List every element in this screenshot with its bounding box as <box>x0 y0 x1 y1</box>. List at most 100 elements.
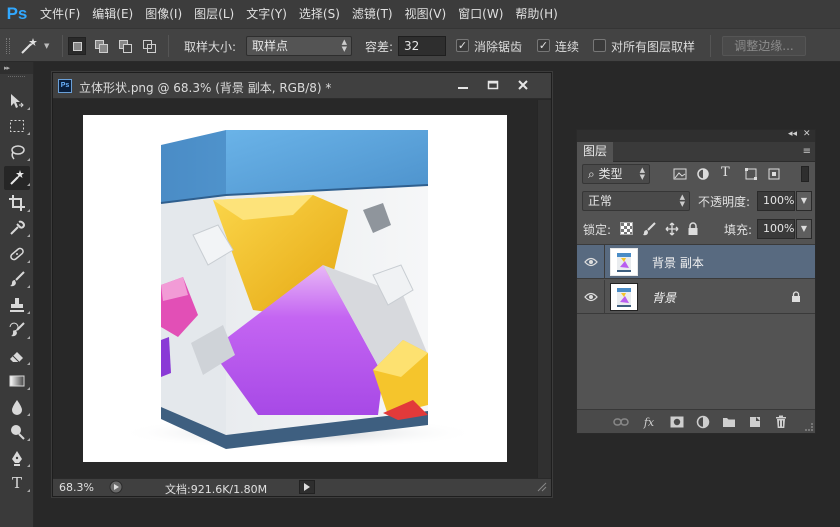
image-canvas[interactable] <box>83 115 507 462</box>
collapse-panel-icon[interactable]: ◂◂ <box>788 129 797 139</box>
photoshop-window: Ps 文件(F) 编辑(E) 图像(I) 图层(L) 文字(Y) 选择(S) 滤… <box>0 0 840 527</box>
fill-dropdown[interactable]: ▼ <box>796 219 812 239</box>
minimize-icon <box>458 87 468 89</box>
layer-visibility-toggle[interactable] <box>577 280 605 314</box>
filter-smart-object-icon[interactable] <box>766 167 782 181</box>
document-title: 立体形状.png @ 68.3% (背景 副本, RGB/8) * <box>79 81 332 95</box>
dodge-tool[interactable] <box>0 420 34 446</box>
sample-size-select[interactable]: 取样点 ▲ ▼ <box>246 36 352 56</box>
menu-file[interactable]: 文件(F) <box>34 0 86 28</box>
options-grip[interactable] <box>6 38 10 54</box>
menu-window[interactable]: 窗口(W) <box>452 0 509 28</box>
eraser-tool[interactable] <box>0 343 34 369</box>
menu-layer[interactable]: 图层(L) <box>188 0 240 28</box>
close-button[interactable] <box>509 75 537 95</box>
blend-mode-select[interactable]: 正常 ▲ ▼ <box>582 191 690 211</box>
gradient-tool[interactable] <box>0 369 34 395</box>
type-tool[interactable]: T <box>0 471 34 497</box>
new-layer-icon[interactable] <box>747 415 763 429</box>
delete-layer-trash-icon[interactable] <box>773 415 789 429</box>
lasso-tool[interactable] <box>0 139 34 165</box>
lock-all-icon[interactable] <box>687 222 699 236</box>
fill-label: 填充: <box>724 223 753 237</box>
play-arrow-icon <box>304 483 310 491</box>
tab-layers[interactable]: 图层 <box>577 142 613 162</box>
layer-filter-select[interactable]: ⌕ 类型 ▲ ▼ <box>582 164 650 184</box>
layer-thumbnail <box>610 248 638 276</box>
filter-toggle[interactable] <box>801 166 809 182</box>
stamp-icon <box>10 297 24 312</box>
window-resize-grip[interactable] <box>537 482 547 495</box>
tool-preset-picker[interactable]: ▼ <box>18 35 56 57</box>
tolerance-input[interactable]: 32 <box>398 36 446 56</box>
spot-healing-tool[interactable] <box>0 241 34 267</box>
add-to-selection-button[interactable] <box>92 37 110 55</box>
crop-tool[interactable] <box>0 190 34 216</box>
status-menu-button[interactable] <box>299 480 315 494</box>
minimize-button[interactable] <box>449 75 477 95</box>
layer-row-background[interactable]: 背景 <box>577 280 815 314</box>
brush-tool[interactable] <box>0 267 34 293</box>
filter-type-value: 类型 <box>598 167 623 181</box>
layer-visibility-toggle[interactable] <box>577 245 605 279</box>
refine-edge-button[interactable]: 调整边缘... <box>722 36 806 56</box>
toolbox-grip[interactable] <box>8 76 25 84</box>
sample-all-layers-label: 对所有图层取样 <box>611 40 696 54</box>
eyedropper-tool[interactable] <box>0 216 34 242</box>
close-icon <box>518 80 528 90</box>
link-layers-icon[interactable] <box>613 415 629 429</box>
clone-stamp-tool[interactable] <box>0 292 34 318</box>
layers-panel-header[interactable]: ◂◂ ✕ <box>577 129 815 142</box>
menu-edit[interactable]: 编辑(E) <box>86 0 139 28</box>
layer-style-fx-icon[interactable]: fx <box>641 415 657 429</box>
filter-pixel-icon[interactable] <box>672 167 688 181</box>
antialias-checkbox[interactable]: ✓ <box>456 39 469 52</box>
contiguous-checkbox[interactable]: ✓ <box>537 39 550 52</box>
menu-bar: Ps 文件(F) 编辑(E) 图像(I) 图层(L) 文字(Y) 选择(S) 滤… <box>0 0 840 28</box>
pen-tool[interactable] <box>0 445 34 471</box>
panel-resize-grip[interactable] <box>805 423 813 431</box>
lock-icon[interactable] <box>791 291 801 303</box>
panel-menu-icon[interactable]: ≡ <box>803 146 811 157</box>
menu-help[interactable]: 帮助(H) <box>509 0 563 28</box>
opacity-input[interactable]: 100% <box>757 191 795 211</box>
rectangular-marquee-tool[interactable] <box>0 114 34 140</box>
preset-dropdown-icon: ▼ <box>44 42 50 50</box>
intersect-selection-button[interactable] <box>140 37 158 55</box>
menu-select[interactable]: 选择(S) <box>293 0 346 28</box>
layer-row-background-copy[interactable]: 背景 副本 <box>577 245 815 279</box>
blur-tool[interactable] <box>0 394 34 420</box>
adjustment-layer-icon[interactable] <box>695 415 711 429</box>
history-brush-tool[interactable] <box>0 318 34 344</box>
new-group-folder-icon[interactable] <box>721 415 737 429</box>
status-share-icon[interactable] <box>109 480 123 497</box>
maximize-button[interactable] <box>479 75 507 95</box>
filter-type-icon[interactable]: T <box>721 165 730 180</box>
layer-name[interactable]: 背景 副本 <box>652 254 704 271</box>
subtract-from-selection-button[interactable] <box>116 37 134 55</box>
toolbox-collapse-button[interactable]: ▸▸ <box>0 62 33 74</box>
magic-wand-tool[interactable] <box>0 165 34 191</box>
fill-input[interactable]: 100% <box>757 219 795 239</box>
zoom-level[interactable]: 68.3% <box>59 481 94 494</box>
canvas-area[interactable] <box>53 100 537 478</box>
close-panel-icon[interactable]: ✕ <box>803 129 811 139</box>
menu-image[interactable]: 图像(I) <box>139 0 188 28</box>
document-title-bar[interactable]: Ps 立体形状.png @ 68.3% (背景 副本, RGB/8) * <box>53 73 551 99</box>
vertical-scrollbar[interactable] <box>537 100 551 478</box>
opacity-dropdown[interactable]: ▼ <box>796 191 812 211</box>
new-selection-button[interactable] <box>68 37 86 55</box>
filter-shape-icon[interactable] <box>743 167 759 181</box>
lock-position-icon[interactable] <box>665 222 679 236</box>
sample-all-layers-checkbox[interactable] <box>593 39 606 52</box>
menu-type[interactable]: 文字(Y) <box>240 0 293 28</box>
lock-image-brush-icon[interactable] <box>642 222 656 236</box>
menu-filter[interactable]: 滤镜(T) <box>346 0 399 28</box>
magic-wand-icon <box>10 170 24 185</box>
menu-view[interactable]: 视图(V) <box>399 0 453 28</box>
add-mask-icon[interactable] <box>669 415 685 429</box>
layer-name[interactable]: 背景 <box>652 289 676 306</box>
lock-transparent-icon[interactable] <box>620 222 633 235</box>
move-tool[interactable] <box>0 88 34 114</box>
filter-adjustment-icon[interactable] <box>695 167 711 181</box>
